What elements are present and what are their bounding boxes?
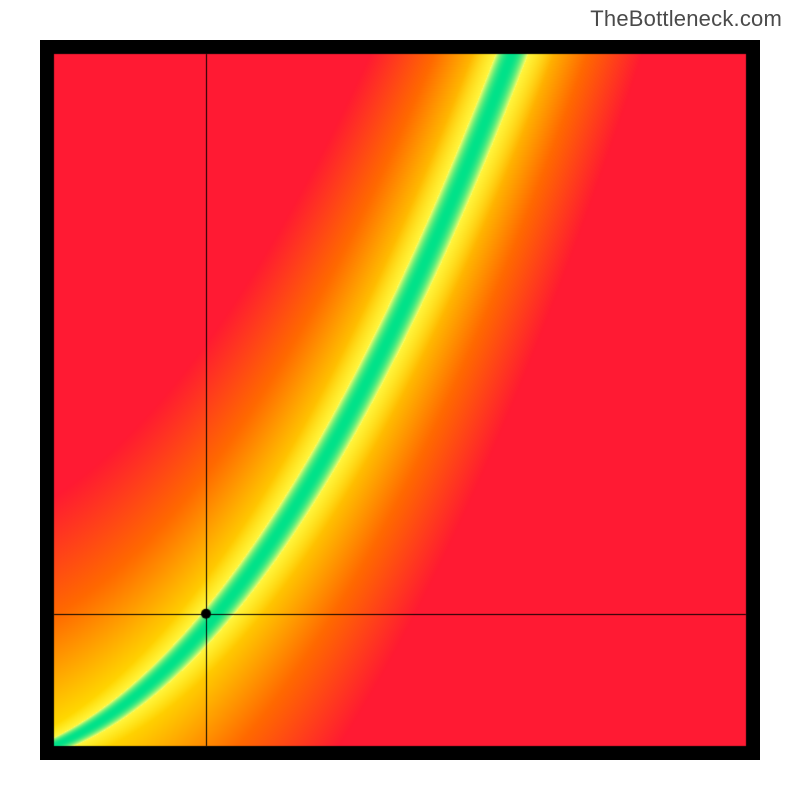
heatmap-plot (40, 40, 760, 760)
attribution-text: TheBottleneck.com (590, 6, 782, 32)
chart-wrapper: TheBottleneck.com (0, 0, 800, 800)
overlay-canvas (40, 40, 760, 760)
